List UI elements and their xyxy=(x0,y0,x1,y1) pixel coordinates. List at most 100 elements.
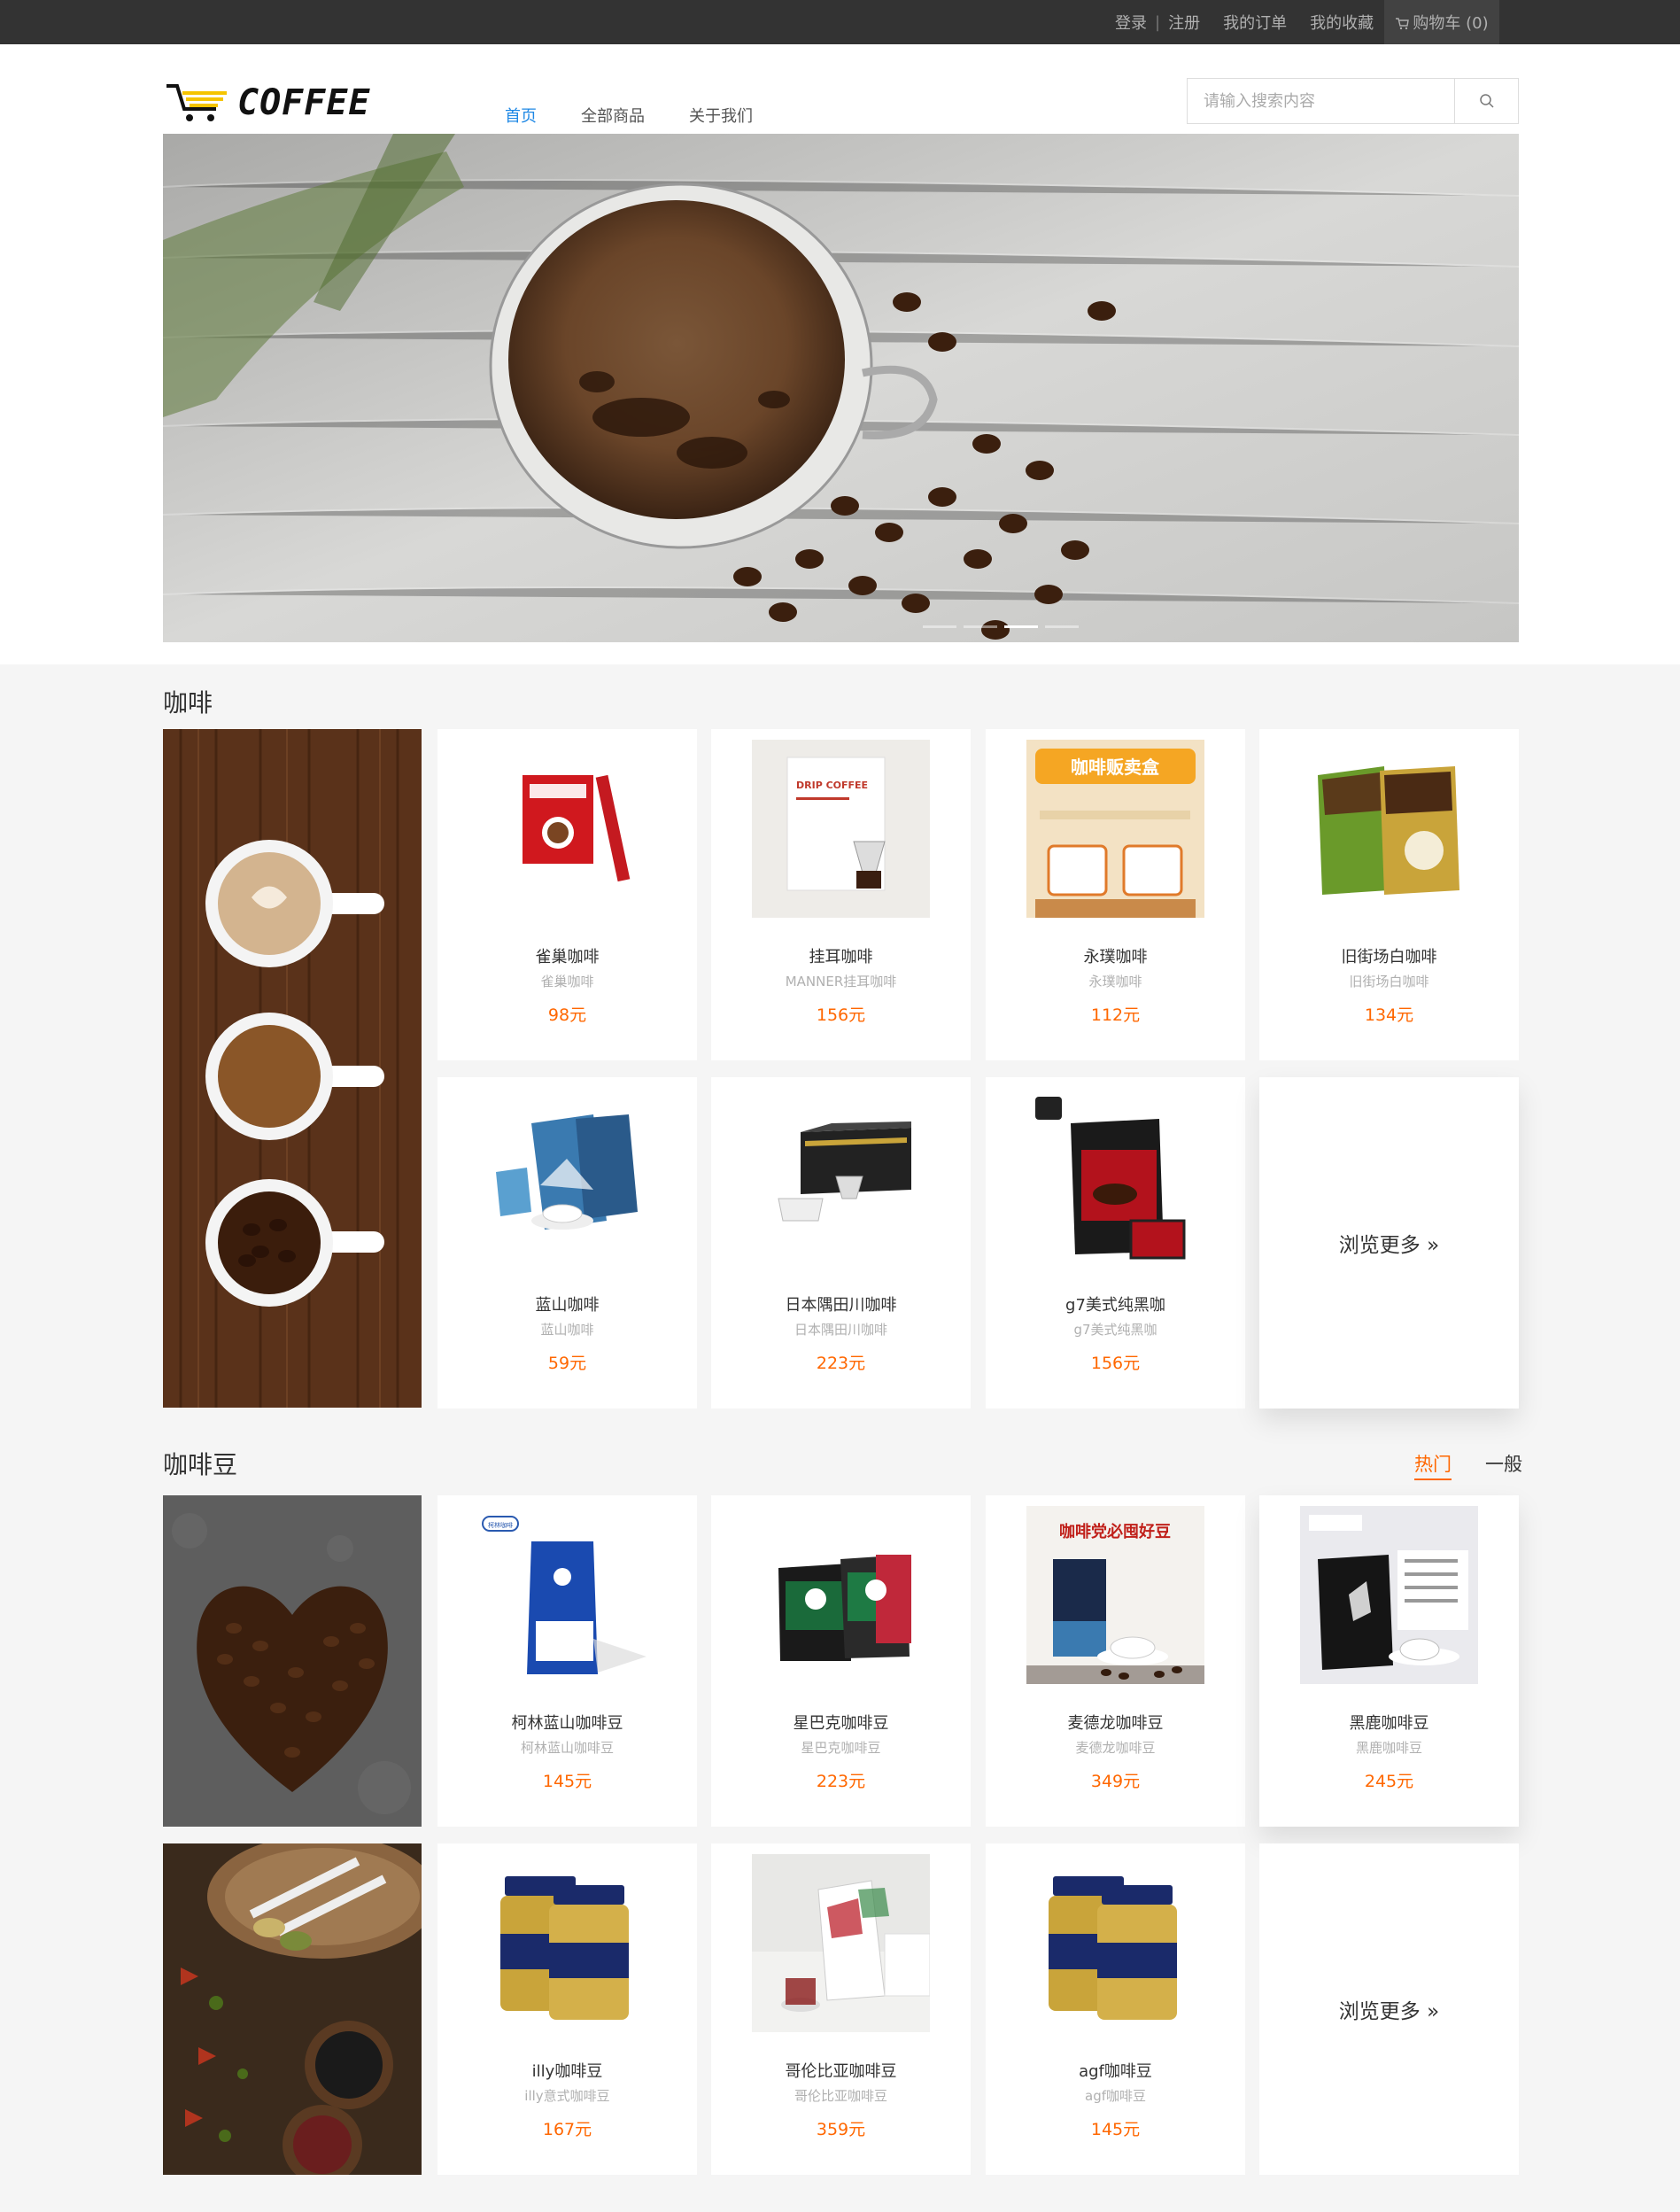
product-desc: 黑鹿咖啡豆 xyxy=(1355,1740,1422,1756)
product-card[interactable]: 哥伦比亚咖啡豆 哥伦比亚咖啡豆 359元 xyxy=(711,1843,971,2175)
product-name: 永璞咖啡 xyxy=(1083,948,1148,966)
my-favorites-link[interactable]: 我的收藏 xyxy=(1310,11,1374,34)
product-card[interactable]: 日本隅田川咖啡 日本隅田川咖啡 223元 xyxy=(711,1077,971,1409)
product-name: 柯林蓝山咖啡豆 xyxy=(511,1714,623,1733)
product-image-agf xyxy=(1026,1854,1204,2032)
carousel-dot[interactable] xyxy=(964,625,997,628)
hero-carousel[interactable] xyxy=(163,134,1519,642)
product-card[interactable]: 雀巢咖啡 雀巢咖啡 98元 xyxy=(437,729,697,1060)
cart-logo-icon xyxy=(166,84,227,121)
product-price: 112元 xyxy=(1090,1005,1141,1025)
beans-section-title: 咖啡豆 xyxy=(163,1450,238,1479)
coffee-section-title: 咖啡 xyxy=(163,688,213,718)
beans-browse-more[interactable]: 浏览更多 » xyxy=(1259,1843,1519,2175)
product-price: 349元 xyxy=(1090,1772,1141,1791)
beans-promo-image[interactable] xyxy=(163,1495,422,1827)
search-input[interactable] xyxy=(1188,79,1454,123)
product-desc: 旧街场白咖啡 xyxy=(1349,974,1429,990)
product-price: 145元 xyxy=(542,1772,592,1791)
product-image-blue-mountain xyxy=(478,1088,656,1266)
tab-general[interactable]: 一般 xyxy=(1485,1450,1522,1480)
product-price: 145元 xyxy=(1090,2120,1141,2139)
product-image-illy xyxy=(478,1854,656,2032)
tab-hot[interactable]: 热门 xyxy=(1414,1450,1452,1480)
product-card[interactable]: 旧街场白咖啡 旧街场白咖啡 134元 xyxy=(1259,729,1519,1060)
product-card[interactable]: 柯林咖啡 柯林蓝山咖啡豆 柯林蓝山咖啡豆 145元 xyxy=(437,1495,697,1827)
my-orders-link[interactable]: 我的订单 xyxy=(1223,11,1287,34)
product-card[interactable]: 星巴克咖啡豆 星巴克咖啡豆 223元 xyxy=(711,1495,971,1827)
product-image-starbucks xyxy=(752,1506,930,1684)
browse-more-label: 浏览更多 » xyxy=(1338,1234,1440,1257)
product-image-metro: 咖啡党必囤好豆 xyxy=(1026,1506,1204,1684)
product-image-nescafe xyxy=(478,740,656,918)
carousel-dot[interactable] xyxy=(923,625,956,628)
product-name: illy咖啡豆 xyxy=(531,2062,603,2081)
register-link[interactable]: 注册 xyxy=(1168,11,1200,34)
product-image-sumida xyxy=(752,1088,930,1266)
logo[interactable]: COFFEE xyxy=(165,80,371,126)
product-desc: 柯林蓝山咖啡豆 xyxy=(520,1740,614,1756)
top-bar: 登录 | 注册 我的订单 我的收藏 购物车 (0) xyxy=(0,0,1680,44)
product-desc: g7美式纯黑咖 xyxy=(1073,1322,1157,1338)
spices-promo-image[interactable] xyxy=(163,1843,422,2175)
product-card[interactable]: 黑鹿咖啡豆 黑鹿咖啡豆 245元 xyxy=(1259,1495,1519,1827)
product-card[interactable]: illy咖啡豆 illy意式咖啡豆 167元 xyxy=(437,1843,697,2175)
divider: | xyxy=(1155,12,1161,32)
product-desc: 蓝山咖啡 xyxy=(540,1322,594,1338)
product-image-yongpu: 咖啡贩卖盒 xyxy=(1026,740,1204,918)
product-card[interactable]: 咖啡党必囤好豆 麦德龙咖啡豆 麦德龙咖啡豆 349元 xyxy=(986,1495,1245,1827)
product-name: 星巴克咖啡豆 xyxy=(793,1714,889,1733)
product-name: g7美式纯黑咖 xyxy=(1065,1296,1165,1315)
drip-coffee-label: DRIP COFFEE xyxy=(796,780,868,791)
product-desc: 麦德龙咖啡豆 xyxy=(1075,1740,1156,1756)
beans-tabs: 热门 一般 xyxy=(1414,1450,1522,1480)
product-desc: 日本隅田川咖啡 xyxy=(794,1322,887,1338)
product-desc: agf咖啡豆 xyxy=(1085,2088,1146,2104)
product-card[interactable]: 蓝山咖啡 蓝山咖啡 59元 xyxy=(437,1077,697,1409)
product-price: 134元 xyxy=(1364,1005,1414,1025)
search-box xyxy=(1187,78,1519,124)
product-price: 156元 xyxy=(816,1005,866,1025)
metro-headline-label: 咖啡党必囤好豆 xyxy=(1059,1522,1171,1541)
product-name: 旧街场白咖啡 xyxy=(1341,948,1437,966)
product-price: 359元 xyxy=(816,2120,866,2139)
search-icon xyxy=(1479,94,1494,108)
product-card[interactable]: agf咖啡豆 agf咖啡豆 145元 xyxy=(986,1843,1245,2175)
coffee-browse-more[interactable]: 浏览更多 » xyxy=(1259,1077,1519,1409)
product-desc: 星巴克咖啡豆 xyxy=(801,1740,881,1756)
product-name: 挂耳咖啡 xyxy=(809,948,873,966)
product-price: 223元 xyxy=(816,1354,866,1373)
product-name: agf咖啡豆 xyxy=(1079,2062,1152,2081)
login-link[interactable]: 登录 xyxy=(1115,11,1147,34)
top-links: 登录 | 注册 我的订单 我的收藏 xyxy=(1115,0,1374,44)
product-price: 156元 xyxy=(1090,1354,1141,1373)
product-price: 223元 xyxy=(816,1772,866,1791)
product-name: 黑鹿咖啡豆 xyxy=(1349,1714,1429,1733)
product-price: 59元 xyxy=(547,1354,587,1373)
product-desc: illy意式咖啡豆 xyxy=(524,2088,610,2104)
cart-icon xyxy=(1395,16,1410,30)
product-price: 167元 xyxy=(542,2120,592,2139)
product-desc: MANNER挂耳咖啡 xyxy=(785,974,897,990)
product-image-oldtown xyxy=(1300,740,1478,918)
carousel-dot[interactable] xyxy=(1045,625,1079,628)
product-name: 雀巢咖啡 xyxy=(535,948,600,966)
product-price: 245元 xyxy=(1364,1772,1414,1791)
coffee-promo-image[interactable] xyxy=(163,729,422,1408)
product-image-colombia xyxy=(752,1854,930,2032)
product-card[interactable]: DRIP COFFEE 挂耳咖啡 MANNER挂耳咖啡 156元 xyxy=(711,729,971,1060)
product-card[interactable]: 咖啡贩卖盒 永璞咖啡 永璞咖啡 112元 xyxy=(986,729,1245,1060)
search-button[interactable] xyxy=(1454,79,1518,123)
cart-button[interactable]: 购物车 (0) xyxy=(1384,0,1499,44)
product-image-g7 xyxy=(1026,1088,1204,1266)
product-card[interactable]: g7美式纯黑咖 g7美式纯黑咖 156元 xyxy=(986,1077,1245,1409)
cart-label: 购物车 (0) xyxy=(1413,14,1489,33)
product-image-black-deer xyxy=(1300,1506,1478,1684)
product-price: 98元 xyxy=(547,1005,587,1025)
product-name: 麦德龙咖啡豆 xyxy=(1067,1714,1164,1733)
logo-text: COFFEE xyxy=(237,82,371,123)
carousel-dot-active[interactable] xyxy=(1004,625,1038,628)
colin-badge-label: 柯林咖啡 xyxy=(488,1521,513,1529)
browse-more-label: 浏览更多 » xyxy=(1338,2000,1440,2023)
product-name: 哥伦比亚咖啡豆 xyxy=(785,2062,897,2081)
